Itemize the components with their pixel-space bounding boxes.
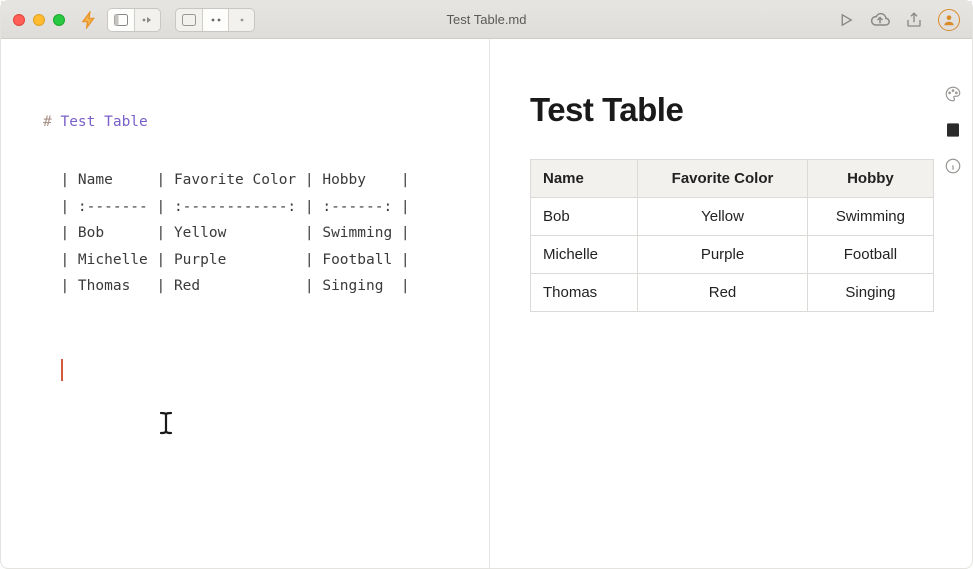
account-avatar[interactable] [938, 9, 960, 31]
markdown-heading-line: # Test Table [43, 109, 489, 135]
window-controls [13, 14, 65, 26]
table-cell: Red [638, 274, 808, 312]
cloud-upload-icon[interactable] [870, 10, 890, 30]
source-line-row-1: | Bob | Yellow | Swimming | [43, 220, 489, 246]
source-line-row-2: | Michelle | Purple | Football | [43, 247, 489, 273]
table-cell: Football [807, 236, 933, 274]
table-cell: Bob [531, 198, 638, 236]
info-icon[interactable] [944, 157, 962, 175]
app-window: Test Table.md # Test Table | Name | Favo… [0, 0, 973, 569]
sidebar-left-toggle[interactable] [108, 9, 134, 31]
source-line-row-3: | Thomas | Red | Singing | [43, 273, 489, 299]
view-mode-preview[interactable] [228, 9, 254, 31]
maximize-button[interactable] [53, 14, 65, 26]
share-icon[interactable] [904, 10, 924, 30]
table-cell: Singing [807, 274, 933, 312]
table-cell: Michelle [531, 236, 638, 274]
close-button[interactable] [13, 14, 25, 26]
table-header-cell: Hobby [807, 160, 933, 198]
heading-marker: # [43, 114, 60, 130]
view-mode-editor[interactable] [176, 9, 202, 31]
minimize-button[interactable] [33, 14, 45, 26]
table-cell: Yellow [638, 198, 808, 236]
table-header-cell: Name [531, 160, 638, 198]
heading-text: Test Table [60, 114, 147, 130]
preview-pane: Test Table Name Favorite Color Hobby Bob… [490, 39, 972, 568]
preview-title: Test Table [530, 91, 940, 129]
view-mode-split[interactable] [202, 9, 228, 31]
view-mode-segment [175, 8, 255, 32]
table-row: Thomas Red Singing [531, 274, 934, 312]
text-cursor-icon [156, 409, 176, 437]
table-row: Michelle Purple Football [531, 236, 934, 274]
preview-table: Name Favorite Color Hobby Bob Yellow Swi… [530, 159, 934, 312]
table-header-row: Name Favorite Color Hobby [531, 160, 934, 198]
lightning-icon[interactable] [79, 10, 99, 30]
source-line-header: | Name | Favorite Color | Hobby | [43, 167, 489, 193]
sidebar-toggle-segment [107, 8, 161, 32]
editor-caret [61, 359, 63, 381]
right-rail [934, 85, 972, 175]
table-cell: Swimming [807, 198, 933, 236]
table-cell: Thomas [531, 274, 638, 312]
palette-icon[interactable] [944, 85, 962, 103]
table-cell: Purple [638, 236, 808, 274]
main-body: # Test Table | Name | Favorite Color | H… [1, 39, 972, 568]
play-icon[interactable] [836, 10, 856, 30]
source-line-separator: | :------- | :------------: | :------: | [43, 194, 489, 220]
table-row: Bob Yellow Swimming [531, 198, 934, 236]
table-header-cell: Favorite Color [638, 160, 808, 198]
title-bar: Test Table.md [1, 1, 972, 39]
sidebar-nav-toggle[interactable] [134, 9, 160, 31]
pdf-export-icon[interactable] [944, 121, 962, 139]
editor-pane[interactable]: # Test Table | Name | Favorite Color | H… [1, 39, 489, 568]
